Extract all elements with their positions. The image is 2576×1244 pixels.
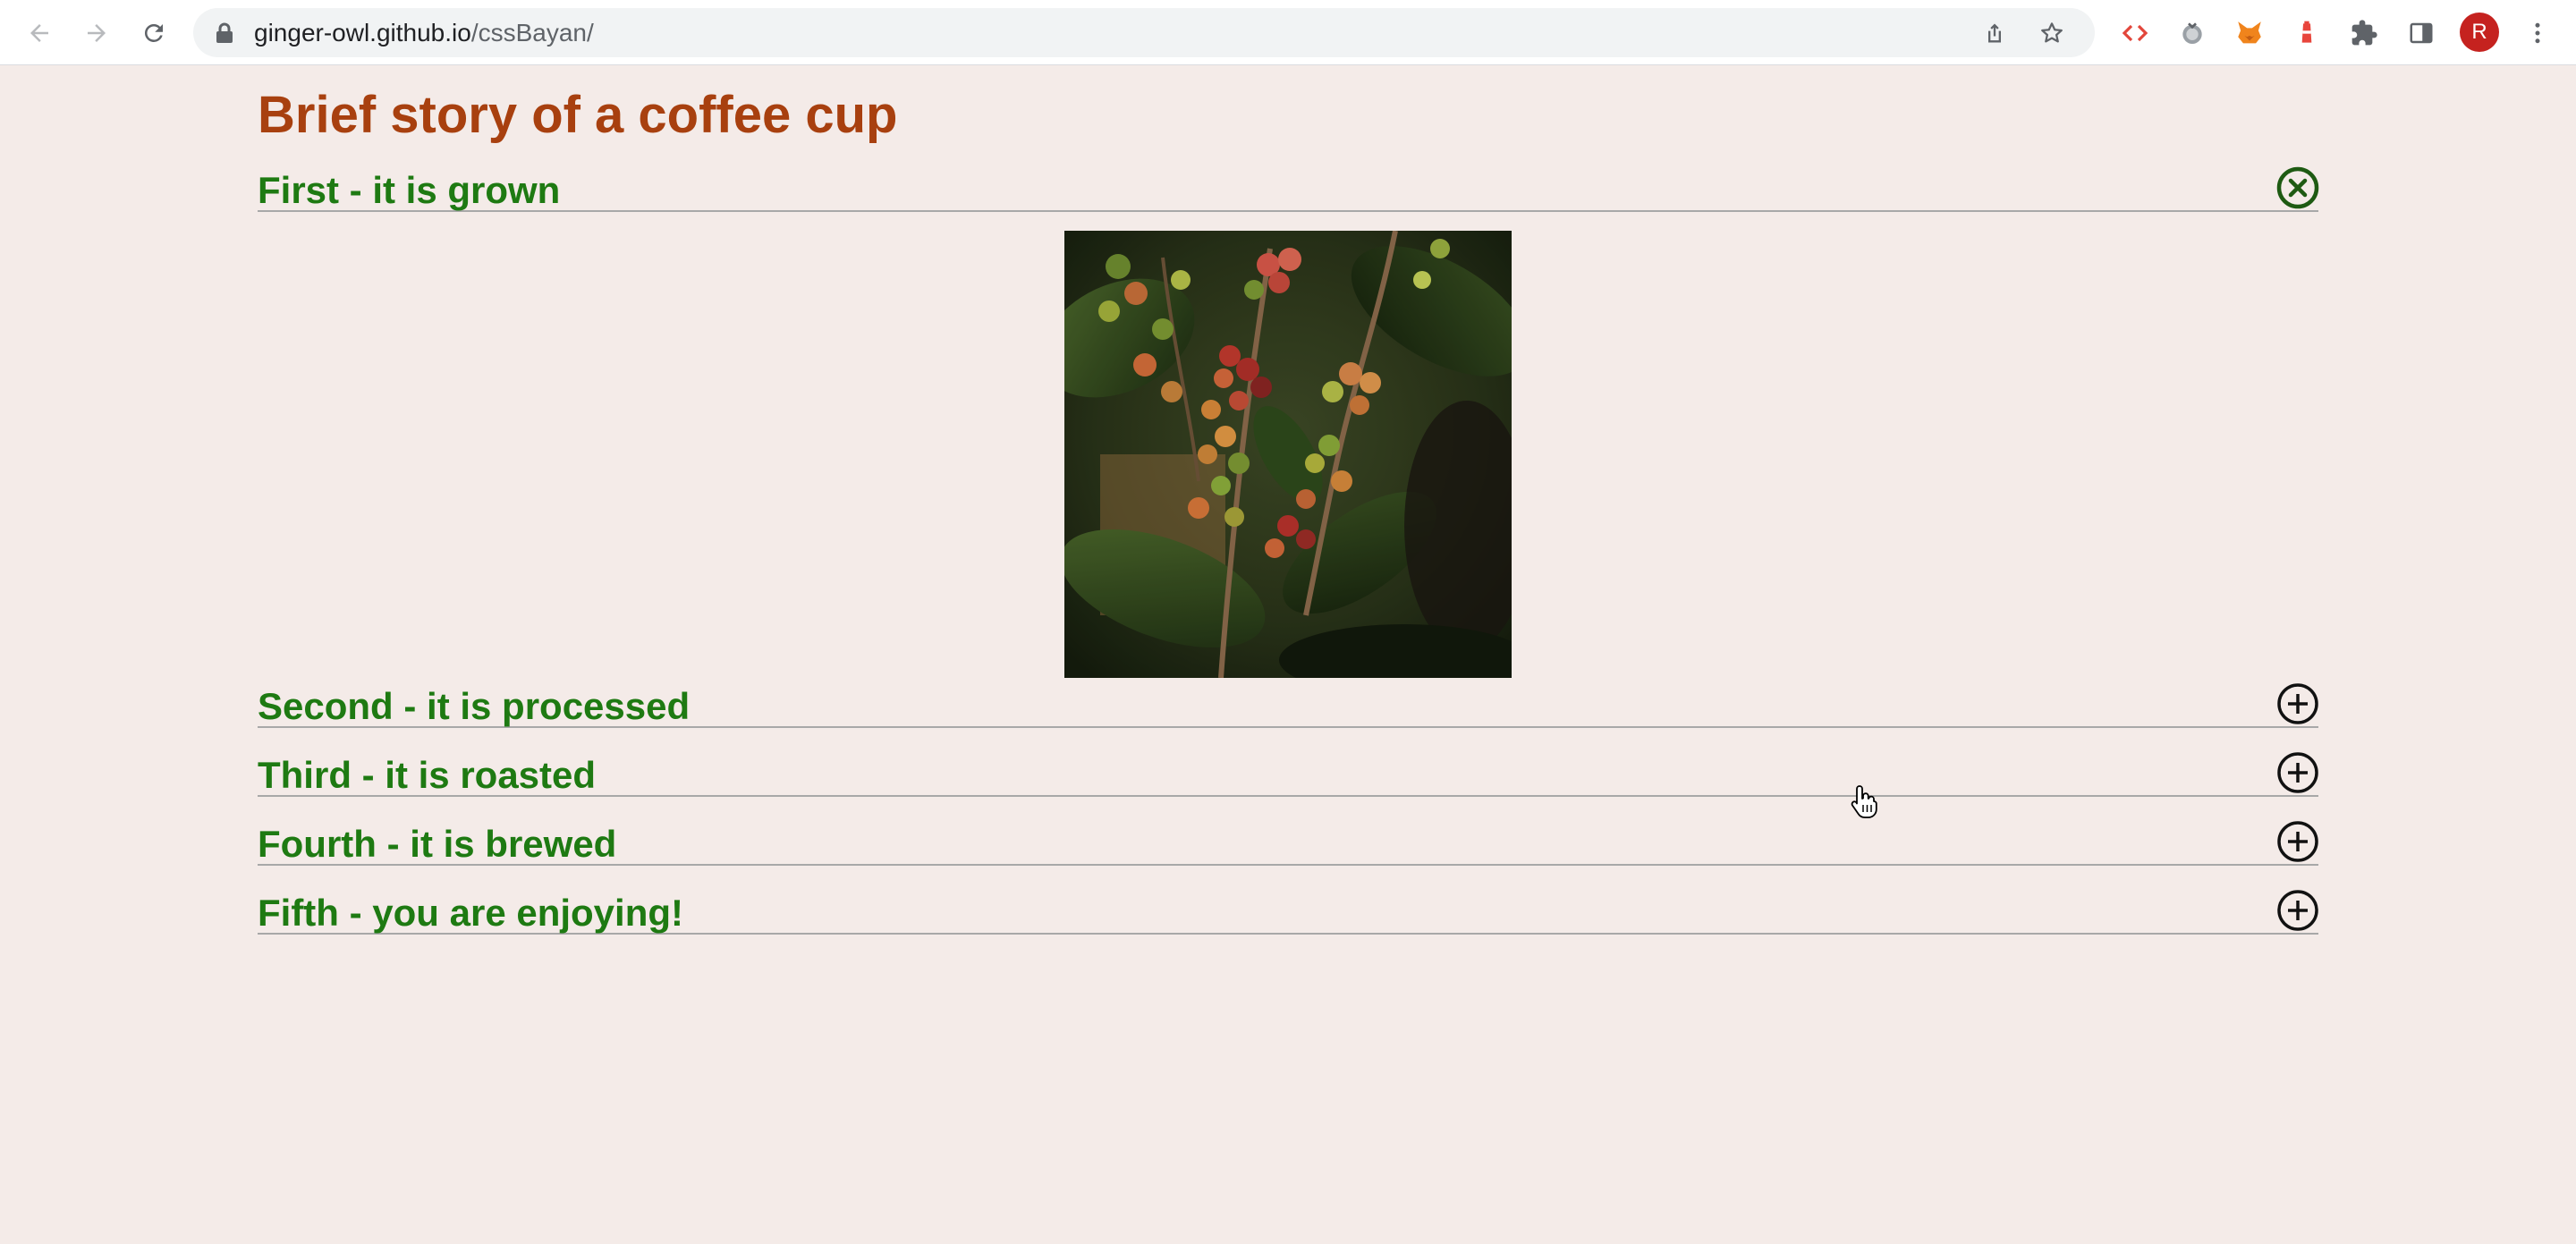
address-bar[interactable]: ginger-owl.github.io/cssBayan/ [193,8,2095,57]
accordion-section-5[interactable]: Fifth - you are enjoying! [258,886,2318,935]
kebab-menu-icon [2535,22,2540,44]
reload-icon [144,23,163,42]
expand-button[interactable] [2275,888,2320,933]
extension-lighthouse[interactable] [2290,16,2324,50]
close-circle-icon [2276,166,2319,209]
plus-circle-icon [2277,821,2318,862]
puzzle-icon [2351,20,2377,46]
plus-circle-icon [2277,890,2318,931]
plus-circle-icon [2277,683,2318,724]
code-brackets-icon [2122,24,2148,42]
collapse-button[interactable] [2275,165,2320,210]
reload-button[interactable] [134,13,174,53]
section-title: Third - it is roasted [258,754,597,796]
share-icon [1988,23,2001,43]
url-path: /cssBayan/ [470,19,594,47]
plus-circle-icon [2277,752,2318,793]
fox-icon [2238,21,2261,44]
extension-tomato[interactable] [2175,16,2209,50]
side-panel-icon [2410,22,2433,44]
page-title: Brief story of a coffee cup [258,86,898,144]
expand-button[interactable] [2275,681,2320,726]
menu-button[interactable] [2521,16,2555,50]
url-host: ginger-owl.github.io [254,19,471,47]
tomato-icon [2182,22,2202,44]
url-text: ginger-owl.github.io/cssBayan/ [254,8,594,57]
bookmark-button[interactable] [2038,19,2066,47]
accordion-section-1[interactable]: First - it is grown [258,164,2320,212]
section-title: Fifth - you are enjoying! [258,892,684,934]
forward-button[interactable] [77,13,116,53]
arrow-left-icon [30,24,48,42]
extension-devtools[interactable] [2118,16,2152,50]
star-icon [2041,22,2063,43]
section-title: Second - it is processed [258,685,691,727]
expand-button[interactable] [2275,750,2320,795]
section-title: Fourth - it is brewed [258,823,617,865]
lighthouse-icon [2301,21,2312,43]
browser-toolbar: ginger-owl.github.io/cssBayan/ R [0,0,2576,65]
extension-metamask[interactable] [2233,16,2267,50]
coffee-cherries-image [1064,231,1512,678]
extensions-button[interactable] [2347,16,2381,50]
section-title: First - it is grown [258,169,561,211]
expand-button[interactable] [2275,819,2320,864]
hand-cursor-icon [1851,785,1877,818]
side-panel-button[interactable] [2404,16,2438,50]
lock-icon [216,22,233,43]
accordion-section-4[interactable]: Fourth - it is brewed [258,817,2318,866]
back-button[interactable] [20,13,59,53]
arrow-right-icon [88,24,106,42]
share-button[interactable] [1980,19,2009,47]
accordion-section-3[interactable]: Third - it is roasted [258,749,2318,797]
accordion-section-2[interactable]: Second - it is processed [258,680,2318,728]
profile-avatar[interactable]: R [2460,13,2499,52]
